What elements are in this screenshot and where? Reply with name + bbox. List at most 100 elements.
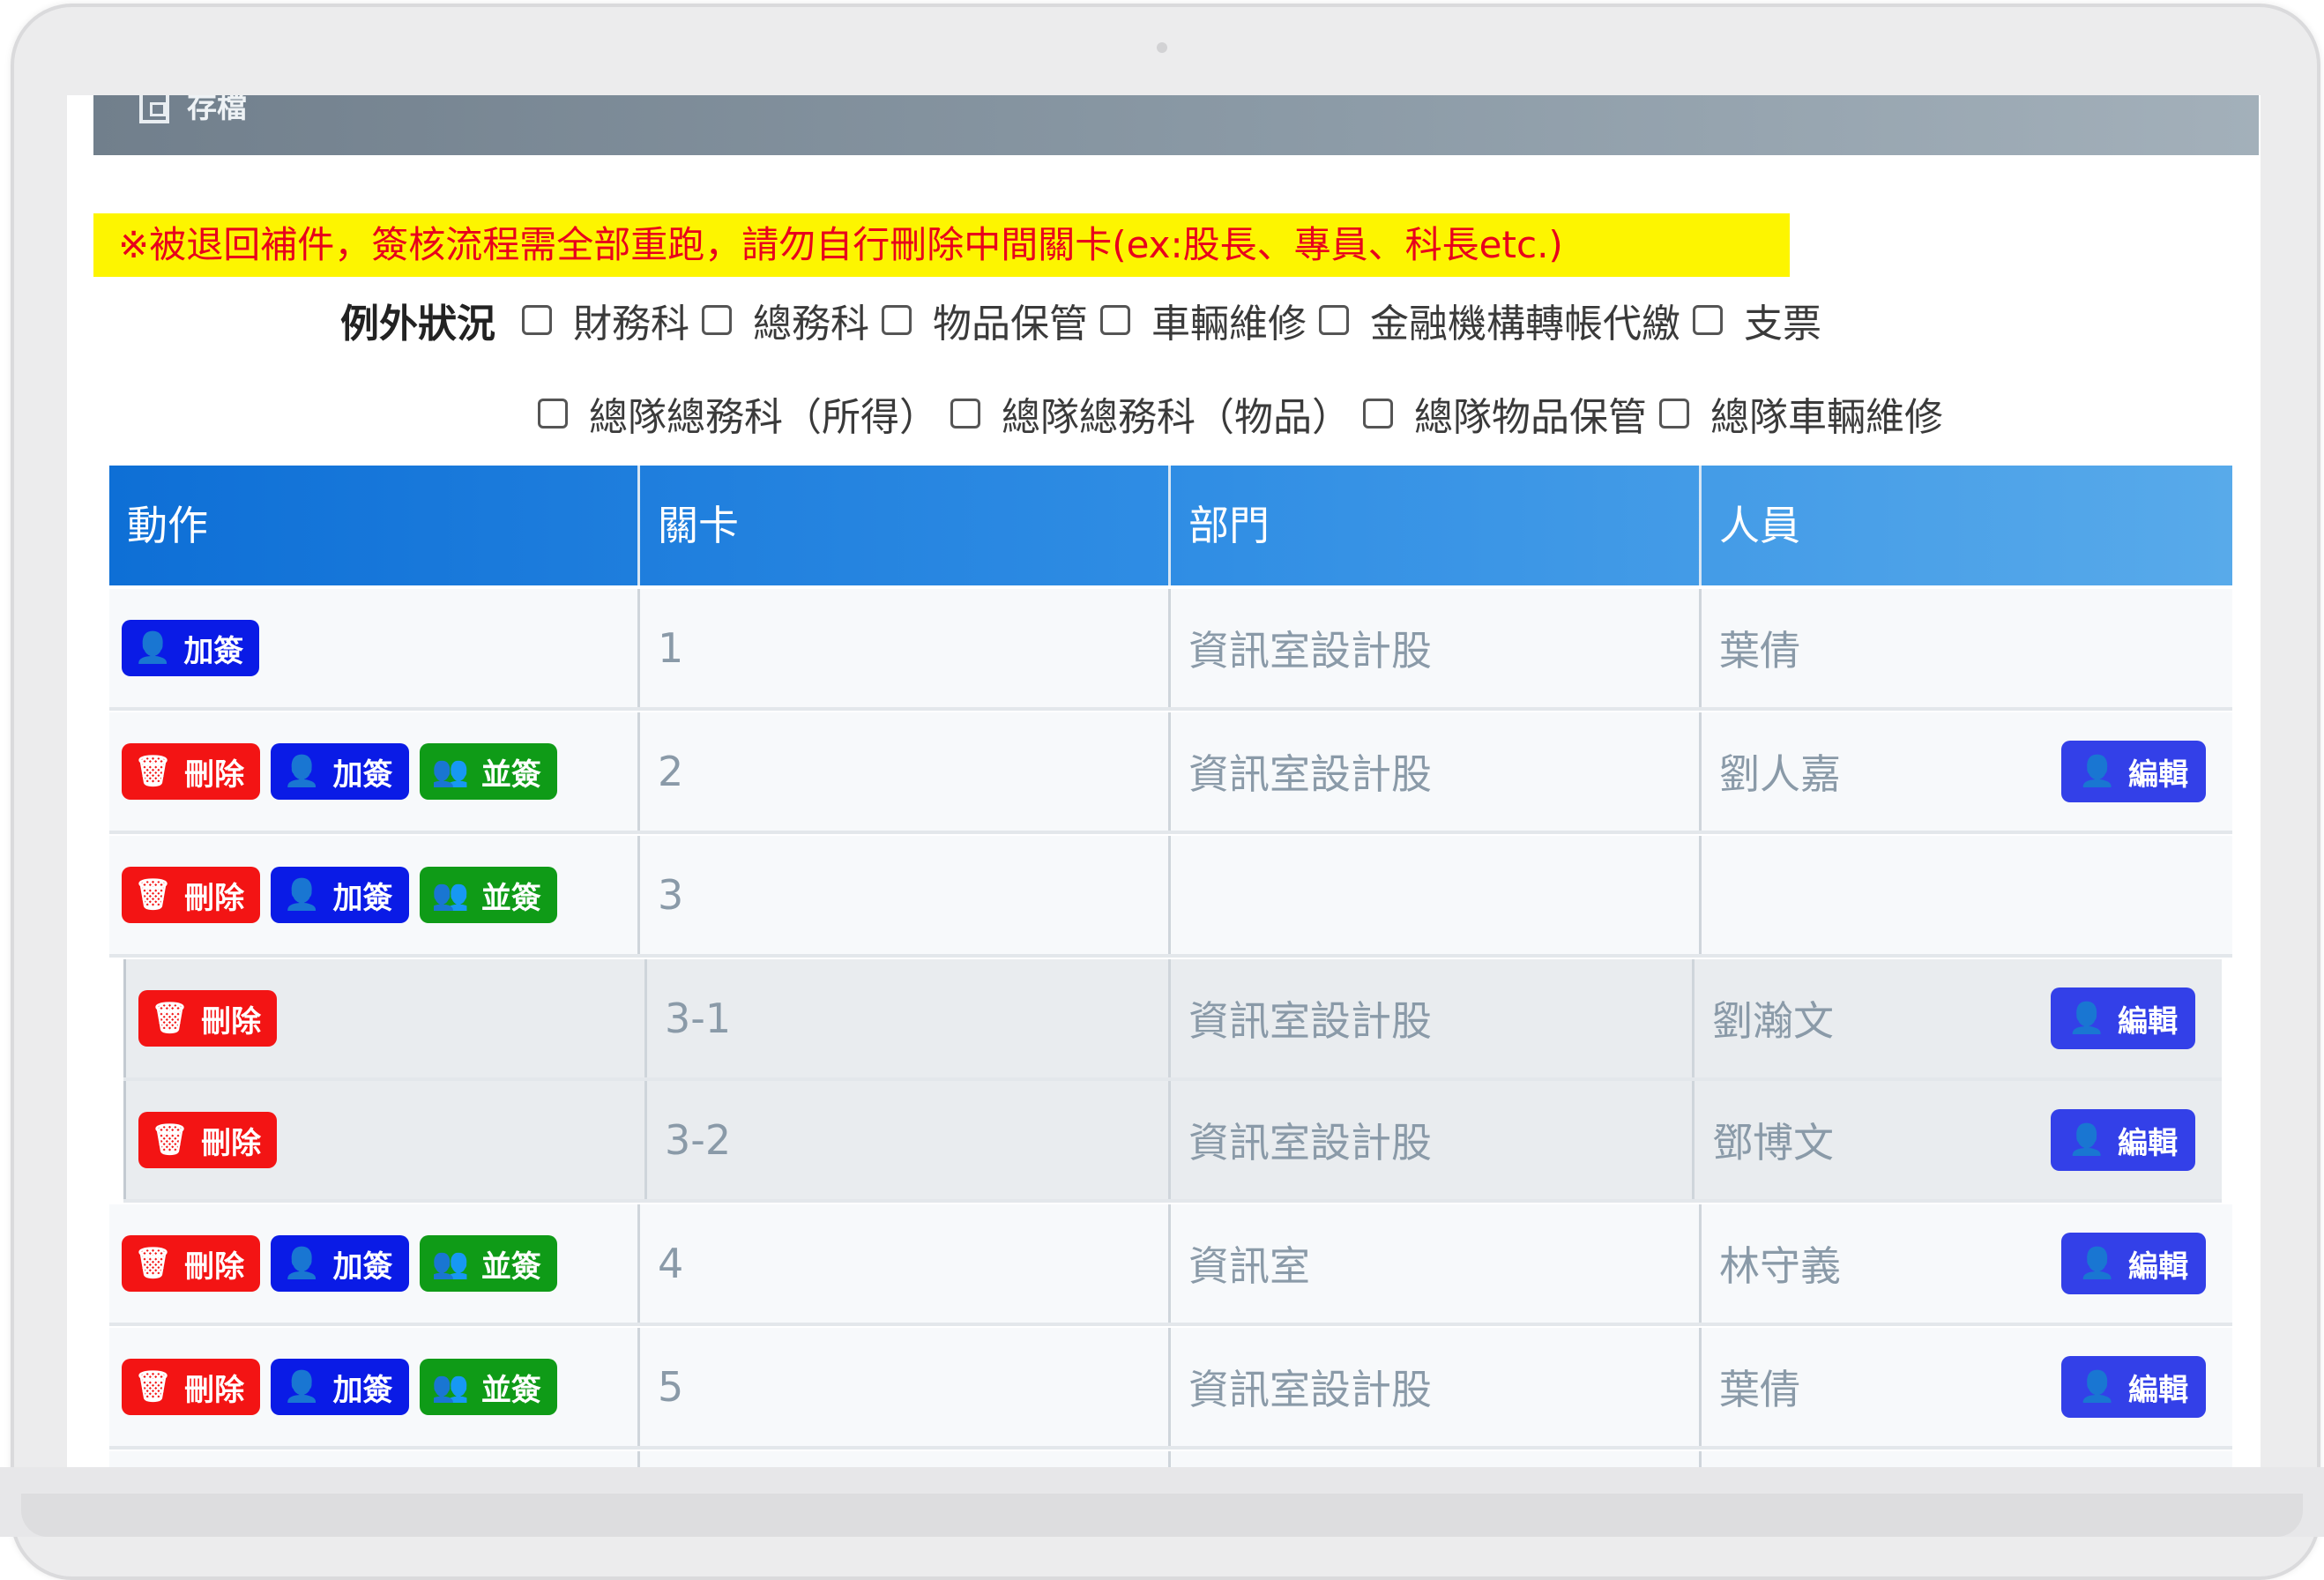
table-subrow: 🗑 刪除 3-2 資訊室設計股 鄧博文 👤 編輯 (123, 1081, 2222, 1203)
stage-cell: 4 (640, 1204, 1171, 1323)
add-sign-button[interactable]: 👤 加簽 (271, 867, 409, 923)
exception-row-2: 總隊總務科（所得） 總隊總務科（物品） 總隊物品保管 總隊車輛維修 (538, 383, 1955, 444)
parallel-sign-button[interactable]: 👥 並簽 (419, 743, 557, 800)
user-edit-icon: 👤 (2078, 1246, 2116, 1281)
button-label: 刪除 (184, 1372, 245, 1408)
button-label: 加簽 (332, 1372, 393, 1408)
action-cell: 🗑 刪除 (123, 959, 647, 1077)
person-cell: 劉人嘉 👤 編輯 (1702, 712, 2232, 831)
button-label: 刪除 (201, 1003, 262, 1040)
edit-button[interactable]: 👤 編輯 (2050, 1109, 2195, 1171)
parallel-sign-button[interactable]: 👥 並簽 (419, 1359, 557, 1415)
dept-text: 資訊室 (1188, 1242, 1310, 1290)
delete-button[interactable]: 🗑 刪除 (122, 743, 261, 800)
table-row: 🗑 刪除 👤 加簽 👥 並簽 2 資訊室設計股 劉人嘉 👤 編輯 (109, 712, 2232, 834)
dept-cell (1171, 1451, 1702, 1467)
stage-cell: 3 (640, 836, 1171, 954)
button-label: 並簽 (480, 1372, 541, 1408)
parallel-sign-button[interactable]: 👥 並簽 (419, 867, 557, 923)
user-edit-icon: 👤 (2067, 1122, 2105, 1158)
table-subrow: 🗑 刪除 3-1 資訊室設計股 劉瀚文 👤 編輯 (123, 959, 2222, 1081)
trash-icon: 🗑 (134, 754, 173, 789)
delete-button[interactable]: 🗑 刪除 (122, 1359, 261, 1415)
edit-button[interactable]: 👤 編輯 (2060, 1233, 2206, 1294)
delete-button[interactable]: 🗑 刪除 (138, 1112, 278, 1168)
person-text: 劉瀚文 (1712, 997, 1834, 1045)
checkbox-bank-transfer[interactable] (1319, 305, 1349, 335)
button-label: 加簽 (332, 756, 393, 793)
checkbox-label: 總隊總務科（所得） (589, 395, 938, 440)
checkbox-general-affairs[interactable] (702, 305, 732, 335)
button-label: 編輯 (2128, 756, 2188, 793)
button-label: 刪除 (184, 880, 245, 916)
stage-text: 3-1 (665, 995, 732, 1042)
person-text: 鄧博文 (1712, 1119, 1834, 1166)
checkbox-corps-general-income[interactable] (538, 399, 568, 429)
action-cell: 🗑 刪除 👤 加簽 👥 並簽 (109, 836, 640, 954)
checkbox-label: 支票 (1744, 302, 1821, 347)
checkbox-finance[interactable] (522, 305, 552, 335)
checkbox-check[interactable] (1693, 305, 1723, 335)
dept-cell: 資訊室設計股 (1171, 589, 1702, 707)
person-cell: 葉倩 (1702, 589, 2232, 707)
save-icon[interactable] (139, 95, 169, 123)
checkbox-label: 車輛維修 (1151, 302, 1307, 347)
action-cell: 👤 加簽 (109, 589, 640, 707)
person-text: 劉人嘉 (1719, 750, 1841, 798)
header-dept: 部門 (1171, 466, 1702, 585)
parallel-sign-button[interactable]: 👥 並簽 (419, 1235, 557, 1292)
button-label: 刪除 (184, 756, 245, 793)
person-cell: 劉瀚文 👤 編輯 (1695, 959, 2222, 1077)
trash-icon: 🗑 (134, 1369, 173, 1405)
dept-text: 資訊室設計股 (1188, 750, 1432, 798)
checkbox-corps-general-goods[interactable] (950, 399, 980, 429)
header-person: 人員 (1719, 502, 1800, 549)
checkbox-corps-property[interactable] (1363, 399, 1393, 429)
stage-cell: 2 (640, 712, 1171, 831)
checkbox-label: 總務科 (753, 302, 869, 347)
button-label: 編輯 (2118, 1003, 2178, 1040)
edit-button[interactable]: 👤 編輯 (2060, 741, 2206, 802)
delete-button[interactable]: 🗑 刪除 (122, 1235, 261, 1292)
stage-text: 1 (658, 624, 684, 672)
edit-button[interactable]: 👤 編輯 (2060, 1356, 2206, 1418)
checkbox-label: 總隊總務科（物品） (1002, 395, 1351, 440)
add-sign-button[interactable]: 👤 加簽 (271, 1235, 409, 1292)
save-button[interactable]: 存檔 (187, 95, 247, 125)
add-sign-button[interactable]: 👤 加簽 (271, 1359, 409, 1415)
button-label: 編輯 (2118, 1125, 2178, 1161)
button-label: 加簽 (332, 880, 393, 916)
person-text: 葉倩 (1719, 627, 1800, 674)
add-sign-button[interactable]: 👤 加簽 (271, 743, 409, 800)
dept-cell: 資訊室設計股 (1171, 959, 1695, 1077)
trash-icon: 🗑 (134, 877, 173, 913)
person-cell: 林守義 👤 編輯 (1702, 1204, 2232, 1323)
edit-button[interactable]: 👤 編輯 (2050, 988, 2195, 1049)
table-row: 🗑 刪除 👤 加簽 👥 並簽 4 資訊室 林守義 👤 編輯 (109, 1204, 2232, 1326)
person-text: 林守義 (1719, 1242, 1841, 1290)
add-sign-button[interactable]: 👤 加簽 (122, 620, 260, 676)
dept-text: 資訊室設計股 (1188, 627, 1432, 674)
dept-text: 資訊室設計股 (1188, 1119, 1432, 1166)
checkbox-label: 物品保管 (933, 302, 1088, 347)
button-label: 編輯 (2128, 1248, 2188, 1285)
checkbox-property-custody[interactable] (882, 305, 912, 335)
checkbox-corps-vehicle[interactable] (1659, 399, 1689, 429)
header-action: 動作 (109, 466, 640, 585)
stage-cell: 3-2 (647, 1081, 1171, 1199)
person-text: 葉倩 (1719, 1366, 1800, 1413)
table-row: 🗑 刪除 👤 加簽 👥 並簽 3 (109, 836, 2232, 958)
delete-button[interactable]: 🗑 刪除 (122, 867, 261, 923)
users-icon: 👥 (431, 1369, 469, 1405)
person-cell: 葉倩 👤 編輯 (1702, 1328, 2232, 1446)
checkbox-label: 總隊車輛維修 (1710, 395, 1943, 440)
checkbox-vehicle-repair[interactable] (1100, 305, 1130, 335)
checkbox-label: 金融機構轉帳代繳 (1370, 302, 1680, 347)
delete-button[interactable]: 🗑 刪除 (138, 990, 278, 1047)
button-label: 並簽 (480, 880, 541, 916)
user-plus-icon: 👤 (283, 1246, 321, 1281)
exception-title: 例外狀況 (340, 302, 495, 347)
action-cell: 🗑 刪除 👤 加簽 👥 並簽 (109, 1204, 640, 1323)
button-label: 編輯 (2128, 1372, 2188, 1408)
button-label: 加簽 (183, 633, 244, 669)
